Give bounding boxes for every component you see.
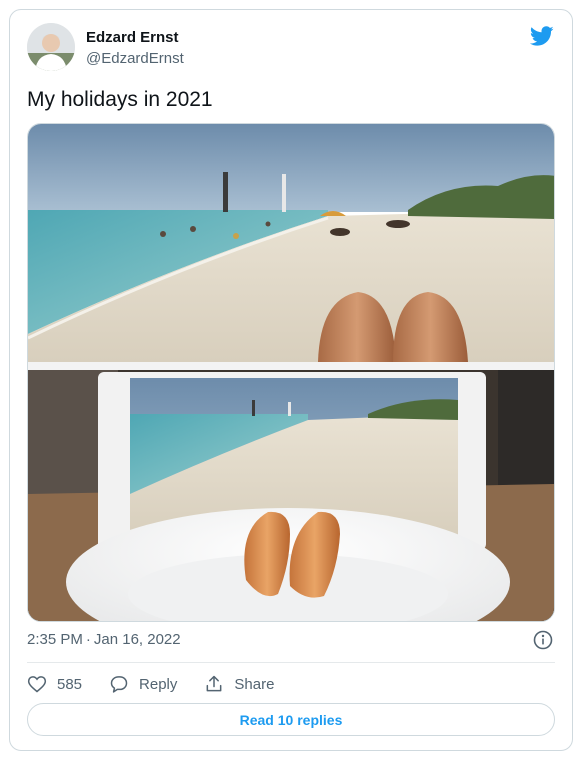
divider — [27, 662, 555, 663]
heart-icon — [27, 676, 47, 693]
read-replies-button[interactable]: Read 10 replies — [27, 703, 555, 736]
like-count: 585 — [57, 675, 83, 693]
tweet-timestamp[interactable]: 2:35 PM · Jan 16, 2022 — [27, 631, 181, 648]
like-button[interactable]: 585 — [27, 674, 82, 694]
author-name[interactable]: Edzard Ernst — [86, 29, 179, 46]
tweet-media[interactable] — [27, 123, 555, 622]
reply-label: Reply — [139, 675, 178, 693]
info-icon[interactable] — [533, 630, 553, 650]
tweet-date: Jan 16, 2022 — [93, 631, 181, 648]
action-bar: 585 Reply Share — [27, 672, 301, 696]
share-icon — [206, 675, 222, 692]
reply-icon — [110, 676, 128, 693]
reply-button[interactable]: Reply — [109, 674, 177, 694]
tweet-time: 2:35 PM — [27, 631, 83, 648]
author-handle[interactable]: @EdzardErnst — [86, 50, 184, 67]
tweet-card[interactable]: Edzard Ernst @EdzardErnst My holidays in… — [9, 9, 573, 751]
tweet-text: My holidays in 2021 — [27, 88, 213, 111]
share-label: Share — [234, 675, 275, 693]
twitter-bird-icon[interactable] — [529, 24, 554, 48]
share-button[interactable]: Share — [204, 674, 274, 694]
media-image[interactable] — [28, 124, 555, 622]
avatar[interactable] — [27, 23, 75, 71]
meta-separator: · — [85, 631, 91, 648]
